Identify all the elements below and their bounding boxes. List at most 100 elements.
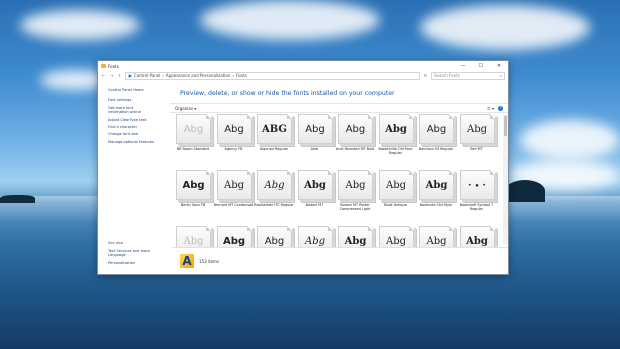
font-sample: Abg bbox=[304, 235, 326, 247]
page-fold bbox=[449, 226, 454, 231]
page-fold bbox=[449, 114, 454, 119]
fonts-window: Fonts — ☐ ✕ ← → ↑ ▣ Control Panel › Appe… bbox=[97, 60, 509, 275]
sidebar-item-optional-features[interactable]: Manage optional features bbox=[98, 140, 168, 144]
font-name-label: Bauhaus 93 Regular bbox=[418, 147, 454, 151]
page-fold bbox=[408, 170, 414, 175]
font-name-label: Berlin Sans FB bbox=[180, 203, 206, 207]
page-fold bbox=[287, 114, 292, 119]
font-sample: Abg bbox=[385, 235, 407, 247]
font-name-label: Bodoni MT Poster Compressed Light bbox=[339, 203, 371, 211]
font-name-label: Arial bbox=[310, 147, 319, 151]
font-preview-icon: Abg bbox=[378, 114, 414, 144]
breadcrumb-fonts[interactable]: Fonts bbox=[236, 73, 247, 78]
font-preview-icon: Abg bbox=[257, 170, 292, 200]
font-tile[interactable]: Abg Bodoni MT Poster Compressed Light bbox=[334, 170, 374, 224]
font-preview-icon: ABG bbox=[257, 114, 292, 144]
font-name-label: Bodoni MT bbox=[305, 203, 324, 207]
font-tile[interactable]: Abg Bauhaus 93 Regular bbox=[415, 114, 455, 168]
font-sample: Abg bbox=[224, 123, 244, 135]
font-preview-icon: • ▪ • bbox=[459, 170, 495, 200]
breadcrumb-appearance[interactable]: Appearance and Personalization bbox=[166, 73, 230, 78]
font-tile[interactable]: • ▪ • Bookshelf Symbol 7 Regular bbox=[456, 170, 496, 224]
font-sample: Abg bbox=[385, 179, 407, 191]
font-sample: Abg bbox=[345, 123, 366, 135]
font-preview-icon: Abg bbox=[338, 170, 373, 200]
font-tile[interactable]: Abg Book Antiqua bbox=[375, 170, 415, 224]
see-also-text-services[interactable]: Text Services and Input Language bbox=[108, 249, 156, 258]
font-tile[interactable]: Abg Berlin Sans FB bbox=[172, 170, 212, 224]
see-also-heading: See also bbox=[108, 241, 124, 245]
font-tile[interactable]: Abg Baskerville Old Face Regular bbox=[375, 114, 415, 168]
font-sample: Abg bbox=[264, 179, 285, 191]
sidebar-item-home[interactable]: Control Panel Home bbox=[98, 88, 168, 92]
font-tile[interactable]: ABG Algerian Regular bbox=[253, 114, 293, 168]
font-name-label: Algerian Regular bbox=[259, 147, 289, 151]
page-fold bbox=[489, 226, 495, 231]
font-tile[interactable]: Abg Agency FB bbox=[213, 114, 253, 168]
font-sample: • ▪ • bbox=[467, 181, 487, 189]
font-preview-icon: Abg bbox=[216, 114, 252, 144]
font-preview-icon: Abg bbox=[176, 170, 211, 200]
page-fold bbox=[206, 226, 211, 231]
back-arrow-icon[interactable]: ← bbox=[101, 73, 106, 78]
page-fold bbox=[287, 170, 292, 175]
font-tile[interactable]: Abg 8R Naam Standard bbox=[172, 114, 212, 168]
font-name-label: Book Antiqua bbox=[384, 203, 407, 207]
font-name-label: Arial Rounded MT Bold bbox=[335, 147, 375, 151]
page-fold bbox=[408, 226, 414, 231]
font-tile[interactable]: Abg Blackadder ITC Regular bbox=[253, 170, 294, 224]
font-preview-icon: Abg bbox=[216, 170, 252, 200]
organize-button[interactable]: Organize ▾ bbox=[175, 106, 196, 111]
page-fold bbox=[206, 170, 211, 175]
breadcrumb[interactable]: ▣ Control Panel › Appearance and Persona… bbox=[125, 71, 420, 80]
page-fold bbox=[327, 170, 333, 175]
vertical-scrollbar[interactable] bbox=[503, 114, 508, 244]
font-name-label: Agency FB bbox=[224, 147, 243, 151]
sidebar-item-font-info[interactable]: Get more font information online bbox=[98, 106, 153, 115]
sidebar-item-cleartype[interactable]: Adjust ClearType text bbox=[98, 118, 168, 122]
page-fold bbox=[246, 226, 252, 231]
see-also-personalization[interactable]: Personalization bbox=[108, 261, 135, 265]
page-fold bbox=[368, 170, 373, 175]
search-placeholder: Search Fonts bbox=[434, 73, 460, 78]
page-fold bbox=[489, 114, 495, 119]
font-tile[interactable]: Abg Arial bbox=[294, 114, 334, 168]
sidebar-item-font-settings[interactable]: Font settings bbox=[98, 98, 168, 102]
scrollbar-thumb[interactable] bbox=[504, 116, 507, 136]
font-tile[interactable]: Abg Bernard MT Condensed bbox=[213, 170, 253, 224]
font-name-label: 8R Naam Standard bbox=[176, 147, 210, 151]
window-title: Fonts bbox=[108, 63, 119, 69]
font-name-label: Bookman Old Style bbox=[419, 203, 453, 207]
help-icon[interactable]: ? bbox=[498, 105, 503, 111]
font-sample: Abg bbox=[264, 235, 285, 247]
page-fold bbox=[206, 114, 211, 119]
minimize-button[interactable]: — bbox=[454, 61, 472, 71]
address-bar: ← → ↑ ▣ Control Panel › Appearance and P… bbox=[98, 71, 508, 80]
page-fold bbox=[368, 226, 373, 231]
sidebar-item-find-character[interactable]: Find a character bbox=[98, 125, 168, 129]
close-button[interactable]: ✕ bbox=[490, 61, 508, 71]
maximize-button[interactable]: ☐ bbox=[472, 61, 490, 71]
control-panel-icon: ▣ bbox=[128, 73, 132, 78]
font-sample: Abg bbox=[223, 179, 245, 191]
page-fold bbox=[327, 226, 333, 231]
page-fold bbox=[246, 114, 252, 119]
font-sample: Abg bbox=[426, 235, 447, 247]
fonts-folder-icon: A bbox=[180, 254, 194, 268]
breadcrumb-control-panel[interactable]: Control Panel bbox=[134, 73, 161, 78]
forward-arrow-icon[interactable]: → bbox=[109, 73, 114, 78]
font-tile[interactable]: Abg Arial Rounded MT Bold bbox=[334, 114, 374, 168]
font-tile[interactable]: Abg Bookman Old Style bbox=[415, 170, 455, 224]
refresh-icon[interactable]: ↻ bbox=[423, 73, 428, 78]
font-sample: Abg bbox=[466, 123, 488, 135]
sidebar-item-change-font-size[interactable]: Change font size bbox=[98, 132, 168, 136]
font-tile[interactable]: Abg Bodoni MT bbox=[294, 170, 334, 224]
font-tile[interactable]: Abg Bell MT bbox=[456, 114, 496, 168]
search-input[interactable]: Search Fonts ⌕ bbox=[431, 71, 505, 80]
font-preview-icon: Abg bbox=[338, 114, 373, 144]
view-options-icon[interactable]: ☷ ▾ bbox=[487, 106, 494, 111]
up-arrow-icon[interactable]: ↑ bbox=[117, 73, 122, 78]
font-preview-icon: Abg bbox=[297, 114, 333, 144]
font-grid: Abg 8R Naam Standard Abg Agency FB ABG Algeri… bbox=[172, 114, 498, 259]
font-preview-icon: Abg bbox=[419, 114, 454, 144]
